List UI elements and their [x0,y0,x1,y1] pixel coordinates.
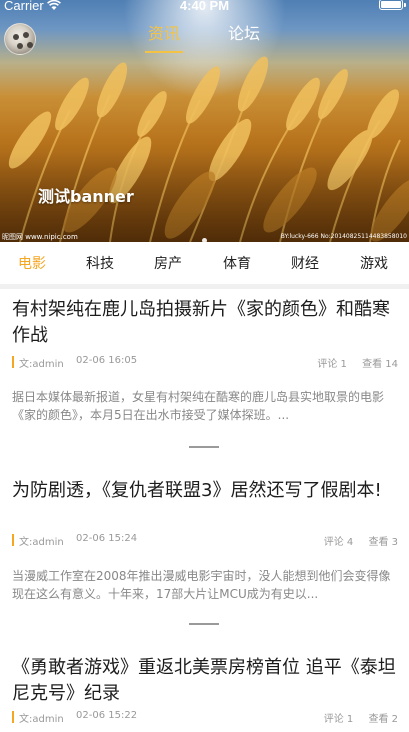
news-title[interactable]: 为防剧透，《复仇者联盟3》居然还写了假剧本! [12,478,398,504]
category-tab-movie[interactable]: 电影 [12,253,52,273]
news-meta: 文:admin 02-06 15:22 评论 1 查看 2 [12,710,398,725]
category-tab-tech[interactable]: 科技 [80,253,120,273]
news-comments: 评论 1 [323,714,354,725]
banner-carousel[interactable]: Carrier 4:40 PM 资讯 论坛 测试banner 昵图网 www.n… [0,0,409,242]
news-meta: 文:admin 02-06 16:05 评论 1 查看 14 [12,355,398,370]
news-separator [189,446,219,448]
news-views: 查看 3 [368,537,398,548]
news-separator [189,623,219,625]
news-title[interactable]: 《勇敢者游戏》重返北美票房榜首位 追平《泰坦尼克号》纪录 [12,655,398,707]
news-summary: 据日本媒体最新报道，女星有村架纯在酷寒的鹿儿岛县实地取景的电影《家的颜色》，本月… [12,390,385,422]
news-views: 查看 14 [362,359,398,370]
status-bar: Carrier 4:40 PM [0,0,409,14]
category-tab-realestate[interactable]: 房产 [148,253,188,273]
clock: 4:40 PM [179,0,230,13]
tab-forum[interactable]: 论坛 [214,20,274,44]
tab-active-indicator [145,51,183,53]
banner-title: 测试banner [38,187,134,206]
news-date: 02-06 16:05 [76,355,138,366]
top-tab-bar: 资讯 论坛 [0,20,409,56]
news-date: 02-06 15:24 [76,533,138,544]
tab-news-label: 资讯 [147,24,180,43]
news-author: 文:admin [19,537,64,548]
news-date: 02-06 15:22 [76,710,138,721]
battery-icon [379,0,406,10]
tab-forum-label: 论坛 [227,24,260,43]
category-tab-bar: 电影 科技 房产 体育 财经 游戏 [0,242,409,284]
news-meta: 文:admin 02-06 15:24 评论 4 查看 3 [12,533,398,548]
tab-news[interactable]: 资讯 [134,20,194,53]
category-tab-sports[interactable]: 体育 [217,253,257,273]
news-views: 查看 2 [368,714,398,725]
news-author: 文:admin [19,714,64,725]
banner-watermark-left: 昵图网 www.nipic.com [2,233,78,241]
news-comments: 评论 4 [323,537,354,548]
news-comments: 评论 1 [317,359,347,370]
news-summary: 当漫威工作室在2008年推出漫威电影宇宙时，没人能想到他们会变得像现在这么有意义… [12,569,391,601]
category-tab-games[interactable]: 游戏 [354,253,394,273]
news-title[interactable]: 有村架纯在鹿儿岛拍摄新片《家的颜色》和酷寒作战 [12,297,398,349]
category-tab-finance[interactable]: 财经 [285,253,325,273]
news-author: 文:admin [19,359,64,370]
section-divider [0,284,409,289]
banner-watermark-right: BY:lucky-666 No:20140825114483858010 [280,233,407,240]
